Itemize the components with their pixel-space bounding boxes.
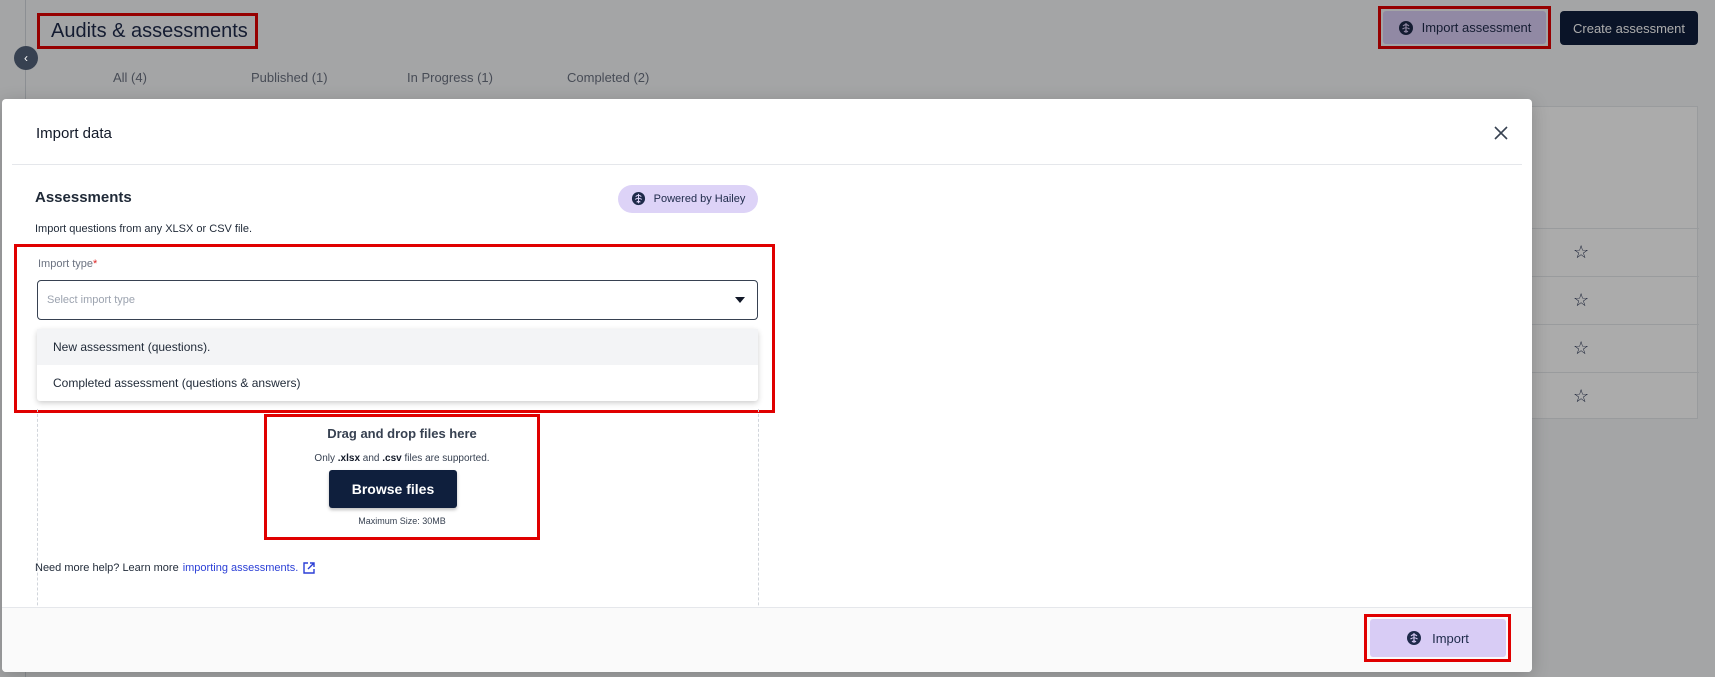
import-button[interactable]: Import [1369,619,1506,657]
formats-prefix: Only [314,453,338,464]
brain-icon [631,191,647,207]
modal-footer: Import [2,607,1532,672]
close-icon [1494,126,1508,140]
import-type-highlight: Import type* Select import type New asse… [14,244,775,413]
chevron-left-icon: ‹ [24,51,28,65]
powered-by-badge: Powered by Hailey [618,185,758,213]
help-text: Need more help? Learn more importing ass… [35,561,316,575]
importing-assessments-link[interactable]: importing assessments. [183,562,299,574]
import-button-label: Import [1432,630,1469,646]
format-xlsx: .xlsx [337,453,361,464]
drop-title: Drag and drop files here [327,426,477,441]
max-size-text: Maximum Size: 30MB [358,516,446,526]
section-title: Assessments [35,189,132,206]
option-completed-assessment[interactable]: Completed assessment (questions & answer… [37,365,758,401]
close-button[interactable] [1489,121,1513,145]
formats-suffix: files are supported. [401,453,490,464]
import-type-label: Import type* [38,258,97,270]
option-new-assessment[interactable]: New assessment (questions). [37,329,758,365]
import-type-select[interactable]: Select import type [37,280,758,320]
import-type-placeholder: Select import type [47,294,136,306]
external-link-icon[interactable] [302,561,316,575]
formats-and: and [360,453,383,464]
import-type-label-text: Import type [38,258,94,270]
section-description: Import questions from any XLSX or CSV fi… [35,223,253,235]
option-label: New assessment (questions). [53,340,211,354]
browse-files-button[interactable]: Browse files [329,470,457,508]
drop-zone-highlight: Drag and drop files here Only .xlsx and … [264,414,540,540]
collapse-sidebar-button[interactable]: ‹ [14,46,38,70]
browse-files-label: Browse files [351,481,435,497]
caret-down-icon [735,297,745,303]
import-button-highlight: Import [1364,614,1511,662]
format-csv: .csv [382,453,402,464]
modal-title: Import data [36,125,112,142]
modal-header: Import data [12,99,1522,165]
help-prefix: Need more help? Learn more [35,562,179,574]
import-data-modal: Import data Assessments Powered by Haile… [2,99,1532,672]
brain-icon [1406,630,1422,646]
import-type-dropdown: New assessment (questions). Completed as… [37,329,758,401]
option-label: Completed assessment (questions & answer… [53,376,301,390]
required-marker: * [93,258,98,270]
drop-formats: Only .xlsx and .csv files are supported. [267,453,537,464]
powered-by-label: Powered by Hailey [653,193,746,205]
